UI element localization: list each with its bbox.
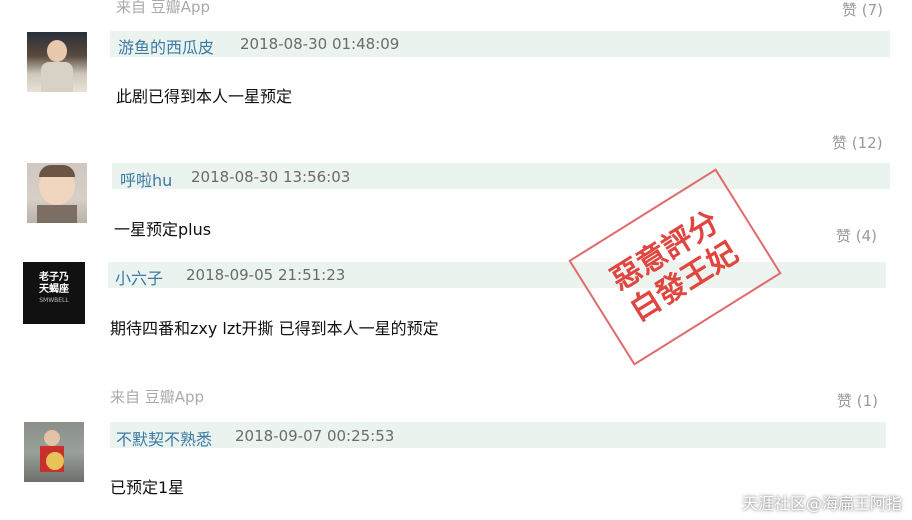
comment-time: 2018-08-30 01:48:09 — [240, 35, 400, 53]
username-link[interactable]: 不默契不熟悉 — [116, 426, 212, 450]
red-stamp: 惡意評分 白發王妃 — [568, 168, 782, 366]
comment-time: 2018-09-05 21:51:23 — [186, 266, 346, 284]
like-button[interactable]: 赞 (4) — [836, 229, 877, 243]
comment-source: 来自 豆瓣App — [110, 388, 205, 406]
username-link[interactable]: 呼啦hu — [120, 167, 172, 191]
comment-text: 已预定1星 — [110, 478, 185, 497]
comment-time: 2018-09-07 00:25:53 — [235, 427, 395, 445]
comment-header — [110, 31, 890, 57]
like-button[interactable]: 赞 (7) — [842, 0, 883, 20]
comment-source: 来自 豆瓣App — [116, 0, 211, 16]
comment-text: 此剧已得到本人一星预定 — [116, 87, 293, 106]
username-link[interactable]: 小六子 — [115, 265, 163, 289]
comment-header — [110, 422, 886, 448]
avatar[interactable]: 老子乃 天蝎座 SMWBELL — [23, 262, 85, 324]
comment-text: 期待四番和zxy lzt开撕 已得到本人一星的预定 — [110, 319, 439, 338]
comment-time: 2018-08-30 13:56:03 — [191, 168, 351, 186]
avatar[interactable] — [27, 32, 87, 92]
like-button[interactable]: 赞 (1) — [837, 390, 878, 411]
like-button[interactable]: 赞 (12) — [832, 132, 883, 153]
avatar[interactable] — [24, 422, 84, 482]
username-link[interactable]: 游鱼的西瓜皮 — [118, 34, 214, 58]
comment-text: 一星预定plus — [114, 220, 212, 239]
avatar[interactable] — [27, 163, 87, 223]
watermark: 天涯社区@海扁王阿指 — [741, 494, 902, 513]
